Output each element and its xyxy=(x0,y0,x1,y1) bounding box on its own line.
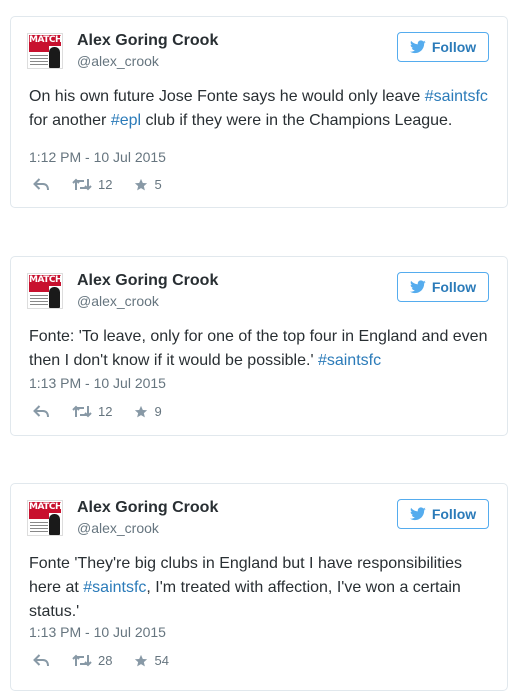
follow-label: Follow xyxy=(431,506,477,522)
author-handle[interactable]: @alex_crook xyxy=(77,520,159,536)
hashtag-link[interactable]: #saintsfc xyxy=(425,88,488,105)
hashtag-link[interactable]: #saintsfc xyxy=(318,352,381,369)
timestamp[interactable]: 1:13 PM - 10 Jul 2015 xyxy=(29,624,166,640)
avatar-logo-text: MATCH xyxy=(29,275,62,286)
retweet-button[interactable]: 12 xyxy=(72,404,112,419)
tweet-text: Fonte 'They're big clubs in England but … xyxy=(29,552,489,624)
reply-button[interactable] xyxy=(33,405,50,418)
favorite-count: 5 xyxy=(154,177,162,192)
tweet-actions: 12 9 xyxy=(33,404,184,419)
tweet-text-segment: for another xyxy=(29,112,111,129)
tweet-card: MATCH Alex Goring Crook @alex_crook Foll… xyxy=(10,16,508,208)
retweet-count: 12 xyxy=(98,404,113,419)
reply-icon xyxy=(33,405,49,418)
author-name[interactable]: Alex Goring Crook xyxy=(77,32,218,50)
timestamp[interactable]: 1:12 PM - 10 Jul 2015 xyxy=(29,149,166,165)
tweet-text-segment: On his own future Jose Fonte says he wou… xyxy=(29,88,425,105)
star-icon xyxy=(135,405,148,417)
avatar[interactable]: MATCH xyxy=(27,273,63,309)
retweet-icon xyxy=(72,654,92,667)
tweet-text: On his own future Jose Fonte says he wou… xyxy=(29,85,489,133)
retweet-button[interactable]: 28 xyxy=(72,653,112,668)
reply-button[interactable] xyxy=(33,178,50,191)
favorite-button[interactable]: 5 xyxy=(134,177,162,192)
tweet-text-segment: Fonte: 'To leave, only for one of the to… xyxy=(29,328,488,369)
author-handle[interactable]: @alex_crook xyxy=(77,293,159,309)
author-name[interactable]: Alex Goring Crook xyxy=(77,499,218,517)
avatar[interactable]: MATCH xyxy=(27,33,63,69)
bird-icon xyxy=(409,507,426,521)
retweet-count: 12 xyxy=(98,177,113,192)
follow-button[interactable]: Follow xyxy=(397,499,489,529)
favorite-count: 9 xyxy=(154,404,162,419)
retweet-icon xyxy=(72,405,92,418)
avatar[interactable]: MATCH xyxy=(27,500,63,536)
follow-label: Follow xyxy=(431,279,477,295)
follow-button[interactable]: Follow xyxy=(397,272,489,302)
reply-icon xyxy=(33,178,49,191)
tweet-text-segment: club if they were in the Champions Leagu… xyxy=(141,112,453,129)
reply-button[interactable] xyxy=(33,654,50,667)
tweet-actions: 12 5 xyxy=(33,177,184,192)
reply-icon xyxy=(33,654,49,667)
avatar-logo-text: MATCH xyxy=(29,35,62,46)
follow-button[interactable]: Follow xyxy=(397,32,489,62)
tweet-text: Fonte: 'To leave, only for one of the to… xyxy=(29,325,489,373)
favorite-button[interactable]: 54 xyxy=(134,653,169,668)
tweet-card: MATCH Alex Goring Crook @alex_crook Foll… xyxy=(10,483,508,691)
bird-icon xyxy=(409,280,426,294)
hashtag-link[interactable]: #saintsfc xyxy=(83,579,146,596)
favorite-count: 54 xyxy=(154,653,169,668)
star-icon xyxy=(135,178,148,190)
author-handle[interactable]: @alex_crook xyxy=(77,53,159,69)
tweet-actions: 28 54 xyxy=(33,653,191,668)
hashtag-link[interactable]: #epl xyxy=(111,112,141,129)
tweet-card: MATCH Alex Goring Crook @alex_crook Foll… xyxy=(10,256,508,436)
follow-label: Follow xyxy=(431,39,477,55)
star-icon xyxy=(135,654,148,666)
bird-icon xyxy=(409,40,426,54)
retweet-icon xyxy=(72,178,92,191)
retweet-button[interactable]: 12 xyxy=(72,177,112,192)
favorite-button[interactable]: 9 xyxy=(134,404,162,419)
retweet-count: 28 xyxy=(98,653,113,668)
avatar-logo-text: MATCH xyxy=(29,502,62,513)
author-name[interactable]: Alex Goring Crook xyxy=(77,272,218,290)
timestamp[interactable]: 1:13 PM - 10 Jul 2015 xyxy=(29,375,166,391)
